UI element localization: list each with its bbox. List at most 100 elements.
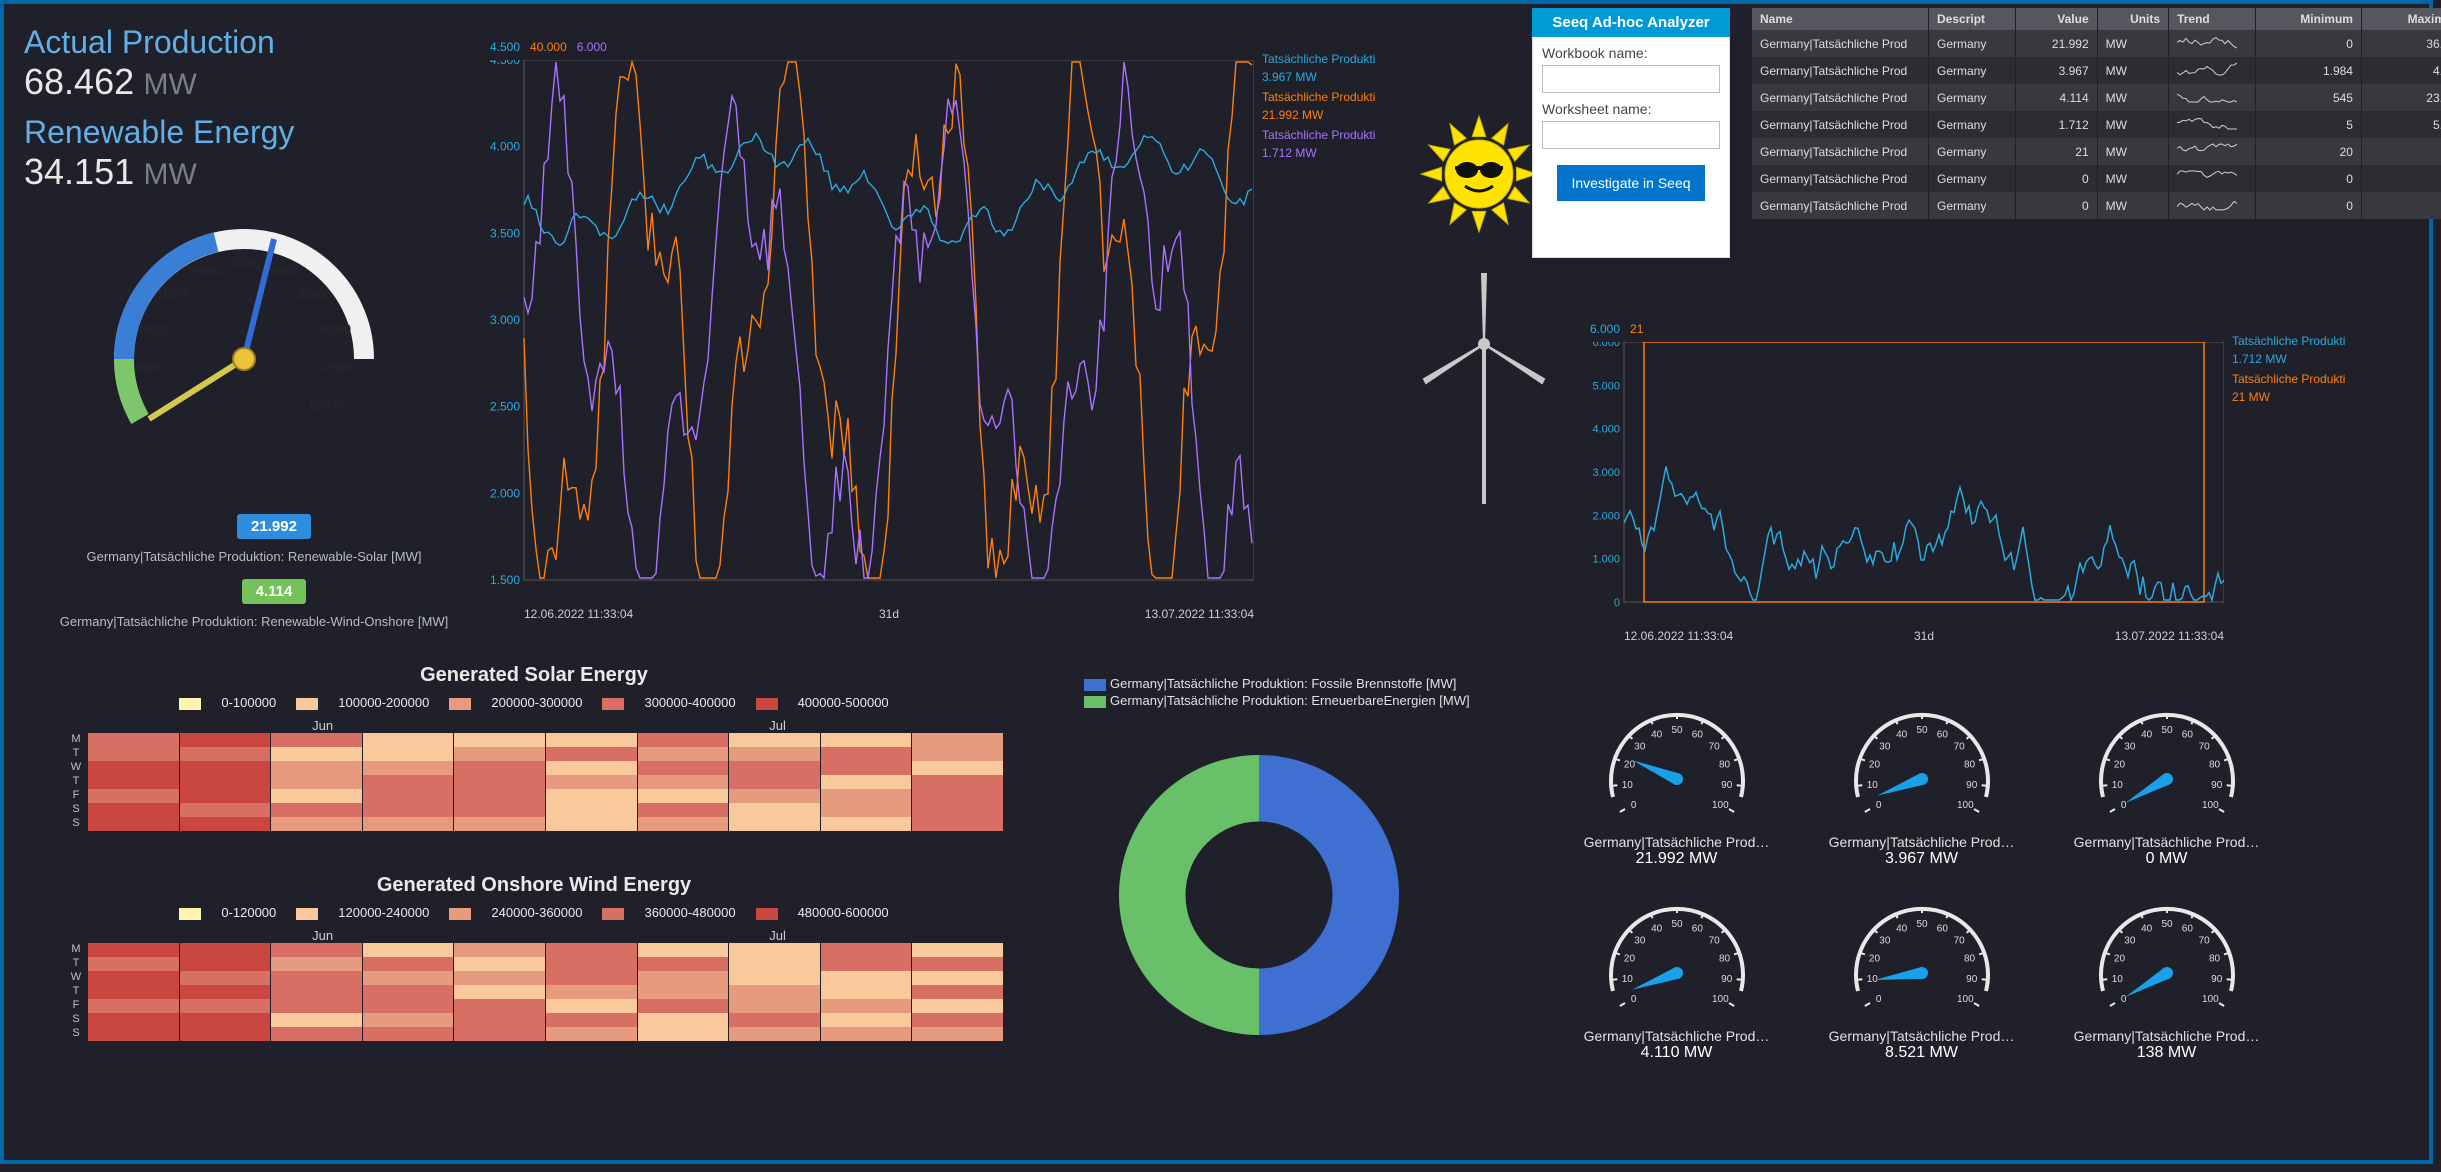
heatmap-cell[interactable] [454, 775, 546, 789]
heatmap-cell[interactable] [546, 957, 638, 971]
heatmap-cell[interactable] [454, 943, 546, 957]
table-row[interactable]: Germany|Tatsächliche ProdGermany4.114MW5… [1752, 84, 2441, 111]
heatmap-cell[interactable] [546, 761, 638, 775]
heatmap-cell[interactable] [729, 817, 821, 831]
heatmap-cell[interactable] [546, 789, 638, 803]
heatmap-cell[interactable] [271, 733, 363, 747]
heatmap-cell[interactable] [454, 957, 546, 971]
heatmap-cell[interactable] [271, 1013, 363, 1027]
heatmap-cell[interactable] [821, 733, 913, 747]
table-header[interactable]: Units [2097, 8, 2168, 30]
heatmap-cell[interactable] [363, 1027, 455, 1041]
seeq-workbook-input[interactable] [1542, 65, 1720, 93]
heatmap-cell[interactable] [363, 747, 455, 761]
heatmap-cell[interactable] [180, 747, 272, 761]
heatmap-cell[interactable] [88, 761, 180, 775]
heatmap-cell[interactable] [363, 957, 455, 971]
heatmap-cell[interactable] [638, 1027, 730, 1041]
heatmap-cell[interactable] [912, 775, 1004, 789]
heatmap-cell[interactable] [912, 985, 1004, 999]
heatmap-cell[interactable] [271, 775, 363, 789]
heatmap-cell[interactable] [454, 803, 546, 817]
heatmap-cell[interactable] [546, 733, 638, 747]
table-row[interactable]: Germany|Tatsächliche ProdGermany1.712MW5… [1752, 111, 2441, 138]
heatmap-cell[interactable] [912, 817, 1004, 831]
heatmap-cell[interactable] [454, 999, 546, 1013]
heatmap-cell[interactable] [271, 943, 363, 957]
heatmap-cell[interactable] [88, 775, 180, 789]
heatmap-cell[interactable] [821, 1027, 913, 1041]
heatmap-cell[interactable] [546, 1013, 638, 1027]
heatmap-cell[interactable] [638, 775, 730, 789]
heatmap-cell[interactable] [363, 761, 455, 775]
heatmap-cell[interactable] [88, 971, 180, 985]
heatmap-cell[interactable] [638, 971, 730, 985]
heatmap-cell[interactable] [638, 789, 730, 803]
table-row[interactable]: Germany|Tatsächliche ProdGermany21MW2021 [1752, 138, 2441, 165]
heatmap-cell[interactable] [454, 971, 546, 985]
seeq-investigate-button[interactable]: Investigate in Seeq [1557, 165, 1704, 201]
heatmap-cell[interactable] [271, 747, 363, 761]
table-header[interactable]: Name [1752, 8, 1929, 30]
table-row[interactable]: Germany|Tatsächliche ProdGermany0MW00 [1752, 192, 2441, 219]
heatmap-cell[interactable] [546, 817, 638, 831]
table-row[interactable]: Germany|Tatsächliche ProdGermany3.967MW1… [1752, 57, 2441, 84]
heatmap-cell[interactable] [454, 985, 546, 999]
heatmap-cell[interactable] [821, 1013, 913, 1027]
heatmap-cell[interactable] [638, 957, 730, 971]
heatmap-cell[interactable] [729, 733, 821, 747]
heatmap-cell[interactable] [271, 803, 363, 817]
heatmap-cell[interactable] [912, 1013, 1004, 1027]
heatmap-cell[interactable] [363, 985, 455, 999]
heatmap-cell[interactable] [821, 747, 913, 761]
heatmap-cell[interactable] [912, 789, 1004, 803]
heatmap-cell[interactable] [821, 943, 913, 957]
table-header[interactable]: Minimum [2256, 8, 2362, 30]
table-header[interactable]: Descript [1929, 8, 2016, 30]
heatmap-cell[interactable] [363, 999, 455, 1013]
heatmap-cell[interactable] [821, 789, 913, 803]
heatmap-cell[interactable] [912, 1027, 1004, 1041]
heatmap-cell[interactable] [363, 1013, 455, 1027]
heatmap-cell[interactable] [912, 971, 1004, 985]
heatmap-cell[interactable] [454, 1013, 546, 1027]
heatmap-cell[interactable] [88, 999, 180, 1013]
heatmap-cell[interactable] [638, 747, 730, 761]
heatmap-cell[interactable] [638, 761, 730, 775]
heatmap-cell[interactable] [912, 943, 1004, 957]
heatmap-cell[interactable] [638, 817, 730, 831]
heatmap-cell[interactable] [912, 747, 1004, 761]
table-row[interactable]: Germany|Tatsächliche ProdGermany21.992MW… [1752, 30, 2441, 57]
heatmap-cell[interactable] [271, 985, 363, 999]
heatmap-cell[interactable] [454, 817, 546, 831]
heatmap-cell[interactable] [180, 789, 272, 803]
heatmap-cell[interactable] [546, 985, 638, 999]
heatmap-cell[interactable] [546, 803, 638, 817]
main-chart[interactable]: 4.500 40.000 6.000 1.5002.0002.5003.0003… [484, 42, 1254, 621]
heatmap-cell[interactable] [180, 999, 272, 1013]
heatmap-cell[interactable] [180, 1027, 272, 1041]
heatmap-cell[interactable] [454, 761, 546, 775]
heatmap-cell[interactable] [363, 789, 455, 803]
heatmap-cell[interactable] [821, 775, 913, 789]
heatmap-cell[interactable] [88, 1027, 180, 1041]
heatmap-cell[interactable] [729, 957, 821, 971]
heatmap-cell[interactable] [271, 761, 363, 775]
heatmap-cell[interactable] [180, 761, 272, 775]
heatmap-cell[interactable] [363, 817, 455, 831]
heatmap-cell[interactable] [180, 775, 272, 789]
heatmap-cell[interactable] [454, 747, 546, 761]
heatmap-cell[interactable] [729, 775, 821, 789]
heatmap-cell[interactable] [363, 733, 455, 747]
seeq-worksheet-input[interactable] [1542, 121, 1720, 149]
heatmap-cell[interactable] [912, 803, 1004, 817]
heatmap-cell[interactable] [821, 761, 913, 775]
heatmap-cell[interactable] [88, 803, 180, 817]
heatmap-cell[interactable] [821, 999, 913, 1013]
heatmap-cell[interactable] [363, 803, 455, 817]
heatmap-cell[interactable] [729, 985, 821, 999]
secondary-chart[interactable]: 6.000 21 01.0002.0003.0004.0005.0006.000… [1584, 324, 2224, 643]
table-header[interactable]: Trend [2169, 8, 2256, 30]
heatmap-cell[interactable] [729, 747, 821, 761]
heatmap-cell[interactable] [729, 789, 821, 803]
